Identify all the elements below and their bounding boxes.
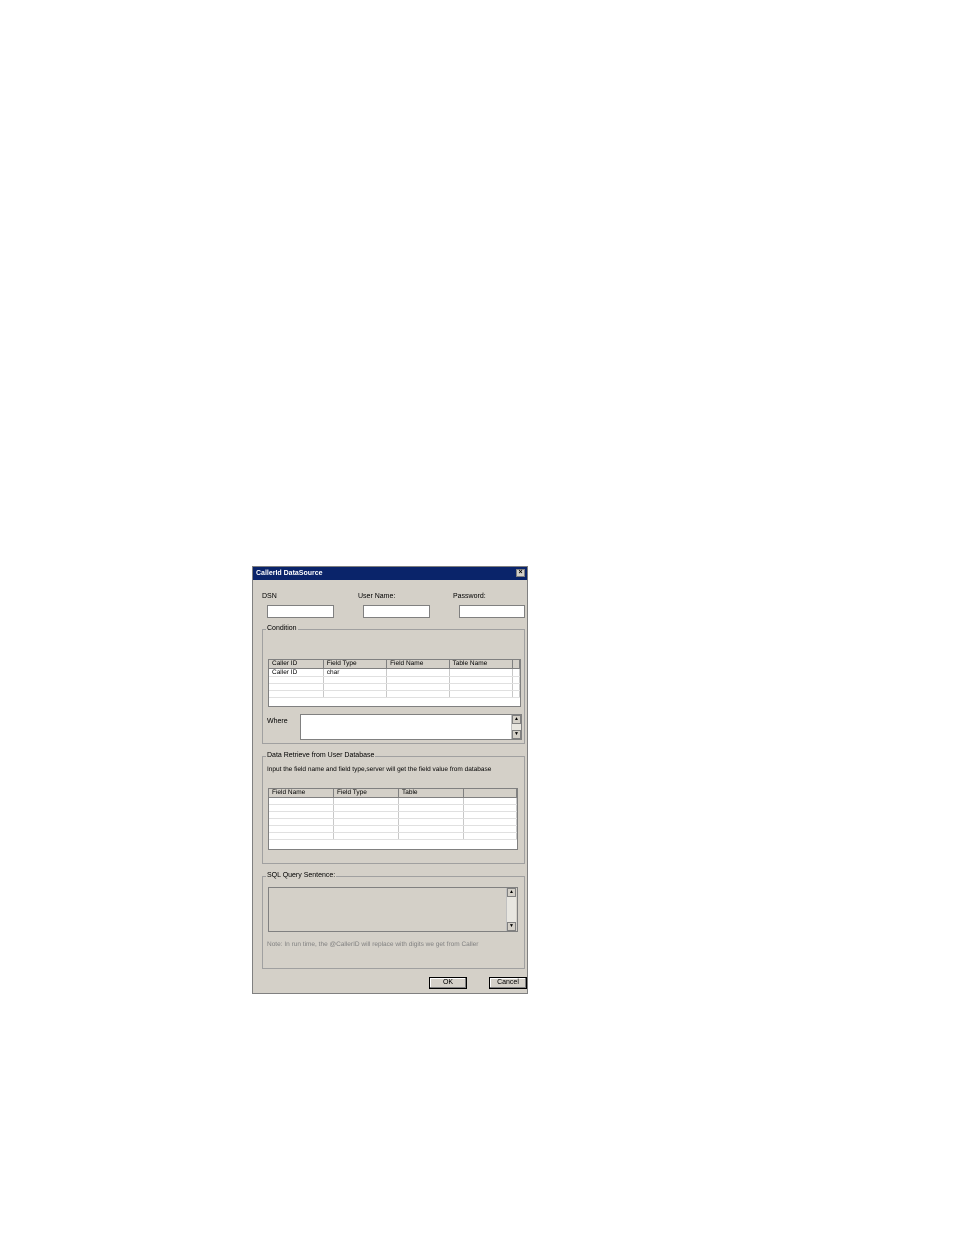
dsn-input[interactable] xyxy=(267,605,334,618)
scroll-up-icon[interactable]: ▲ xyxy=(512,715,521,724)
table-row[interactable] xyxy=(269,797,517,805)
table-cell[interactable] xyxy=(386,676,450,684)
title-bar[interactable]: CallerId DataSource × xyxy=(253,567,527,580)
table-cell xyxy=(512,690,520,698)
table-cell[interactable] xyxy=(398,818,464,826)
table-row[interactable] xyxy=(269,683,520,691)
data-retrieve-group-title: Data Retrieve from User Database xyxy=(266,752,376,759)
column-header[interactable]: Table Name xyxy=(449,660,514,669)
table-cell[interactable] xyxy=(269,797,334,805)
table-cell[interactable] xyxy=(449,690,514,698)
table-cell[interactable] xyxy=(323,690,388,698)
table-row[interactable] xyxy=(269,690,520,698)
condition-grid[interactable]: Caller ID Field Type Field Name Table Na… xyxy=(268,659,521,707)
column-header[interactable]: Field Type xyxy=(333,789,399,798)
sql-note: Note: In run time, the @CallerID will re… xyxy=(267,941,479,948)
column-header[interactable]: Table xyxy=(398,789,464,798)
table-cell[interactable] xyxy=(463,825,517,833)
data-retrieve-grid[interactable]: Field Name Field Type Table xyxy=(268,788,518,850)
column-header[interactable]: Field Name xyxy=(386,660,450,669)
condition-group: Condition Caller ID Field Type Field Nam… xyxy=(262,625,525,744)
column-header[interactable] xyxy=(463,789,517,798)
data-retrieve-group: Data Retrieve from User Database Input t… xyxy=(262,752,525,864)
table-row[interactable] xyxy=(269,825,517,833)
table-cell xyxy=(512,668,520,677)
table-cell[interactable] xyxy=(449,676,514,684)
table-cell[interactable] xyxy=(323,676,388,684)
table-cell[interactable] xyxy=(269,683,324,691)
password-label: Password: xyxy=(453,593,486,600)
scroll-up-icon[interactable]: ▲ xyxy=(507,888,516,897)
table-cell[interactable] xyxy=(398,797,464,805)
table-cell[interactable] xyxy=(463,804,517,812)
table-cell[interactable] xyxy=(269,676,324,684)
table-cell[interactable] xyxy=(333,804,399,812)
sql-scrollbar[interactable]: ▲ ▼ xyxy=(506,888,516,931)
table-cell[interactable] xyxy=(463,811,517,819)
table-cell[interactable] xyxy=(269,804,334,812)
table-cell[interactable] xyxy=(333,818,399,826)
condition-group-title: Condition xyxy=(266,625,298,632)
column-header[interactable]: Field Name xyxy=(269,789,334,798)
table-row[interactable] xyxy=(269,804,517,812)
table-cell xyxy=(512,676,520,684)
table-cell[interactable] xyxy=(269,818,334,826)
table-cell[interactable] xyxy=(269,832,334,840)
table-cell[interactable] xyxy=(333,832,399,840)
dsn-label: DSN xyxy=(262,593,277,600)
sql-query-group: SQL Query Sentence: ▲ ▼ Note: In run tim… xyxy=(262,872,525,969)
callerid-datasource-dialog: CallerId DataSource × DSN User Name: Pas… xyxy=(252,566,528,994)
password-input[interactable] xyxy=(459,605,525,618)
table-cell[interactable] xyxy=(398,811,464,819)
table-cell[interactable] xyxy=(398,832,464,840)
sql-query-group-title: SQL Query Sentence: xyxy=(266,872,337,879)
table-cell[interactable] xyxy=(386,690,450,698)
where-scrollbar[interactable]: ▲ ▼ xyxy=(511,715,521,739)
table-cell[interactable] xyxy=(333,797,399,805)
scroll-down-icon[interactable]: ▼ xyxy=(507,922,516,931)
table-cell xyxy=(512,683,520,691)
table-cell[interactable] xyxy=(463,832,517,840)
cancel-button[interactable]: Cancel xyxy=(489,977,527,989)
table-cell[interactable] xyxy=(269,690,324,698)
table-cell[interactable] xyxy=(386,668,450,677)
table-row[interactable] xyxy=(269,832,517,840)
table-cell[interactable] xyxy=(269,811,334,819)
table-row[interactable]: Caller ID char xyxy=(269,668,520,677)
table-cell[interactable]: Caller ID xyxy=(269,668,324,677)
table-cell[interactable] xyxy=(463,797,517,805)
table-row[interactable] xyxy=(269,811,517,819)
table-cell[interactable] xyxy=(398,804,464,812)
table-cell[interactable] xyxy=(449,683,514,691)
column-header[interactable]: Field Type xyxy=(323,660,388,669)
where-textarea[interactable] xyxy=(300,714,522,740)
table-cell[interactable] xyxy=(449,668,514,677)
table-cell[interactable] xyxy=(333,811,399,819)
table-cell[interactable]: char xyxy=(323,668,388,677)
where-label: Where xyxy=(267,718,288,725)
table-row[interactable] xyxy=(269,818,517,826)
table-cell[interactable] xyxy=(269,825,334,833)
user-name-input[interactable] xyxy=(363,605,430,618)
close-icon[interactable]: × xyxy=(516,569,525,577)
scroll-down-icon[interactable]: ▼ xyxy=(512,730,521,739)
table-row[interactable] xyxy=(269,676,520,684)
sql-query-textarea[interactable] xyxy=(268,887,518,932)
table-cell[interactable] xyxy=(398,825,464,833)
table-cell[interactable] xyxy=(323,683,388,691)
user-name-label: User Name: xyxy=(358,593,396,600)
table-cell[interactable] xyxy=(463,818,517,826)
column-header[interactable]: Caller ID xyxy=(269,660,324,669)
column-header-filler xyxy=(512,660,520,669)
table-cell[interactable] xyxy=(333,825,399,833)
table-cell[interactable] xyxy=(386,683,450,691)
ok-button[interactable]: OK xyxy=(429,977,467,989)
window-title: CallerId DataSource xyxy=(256,570,323,577)
data-retrieve-description: Input the field name and field type,serv… xyxy=(267,766,492,773)
